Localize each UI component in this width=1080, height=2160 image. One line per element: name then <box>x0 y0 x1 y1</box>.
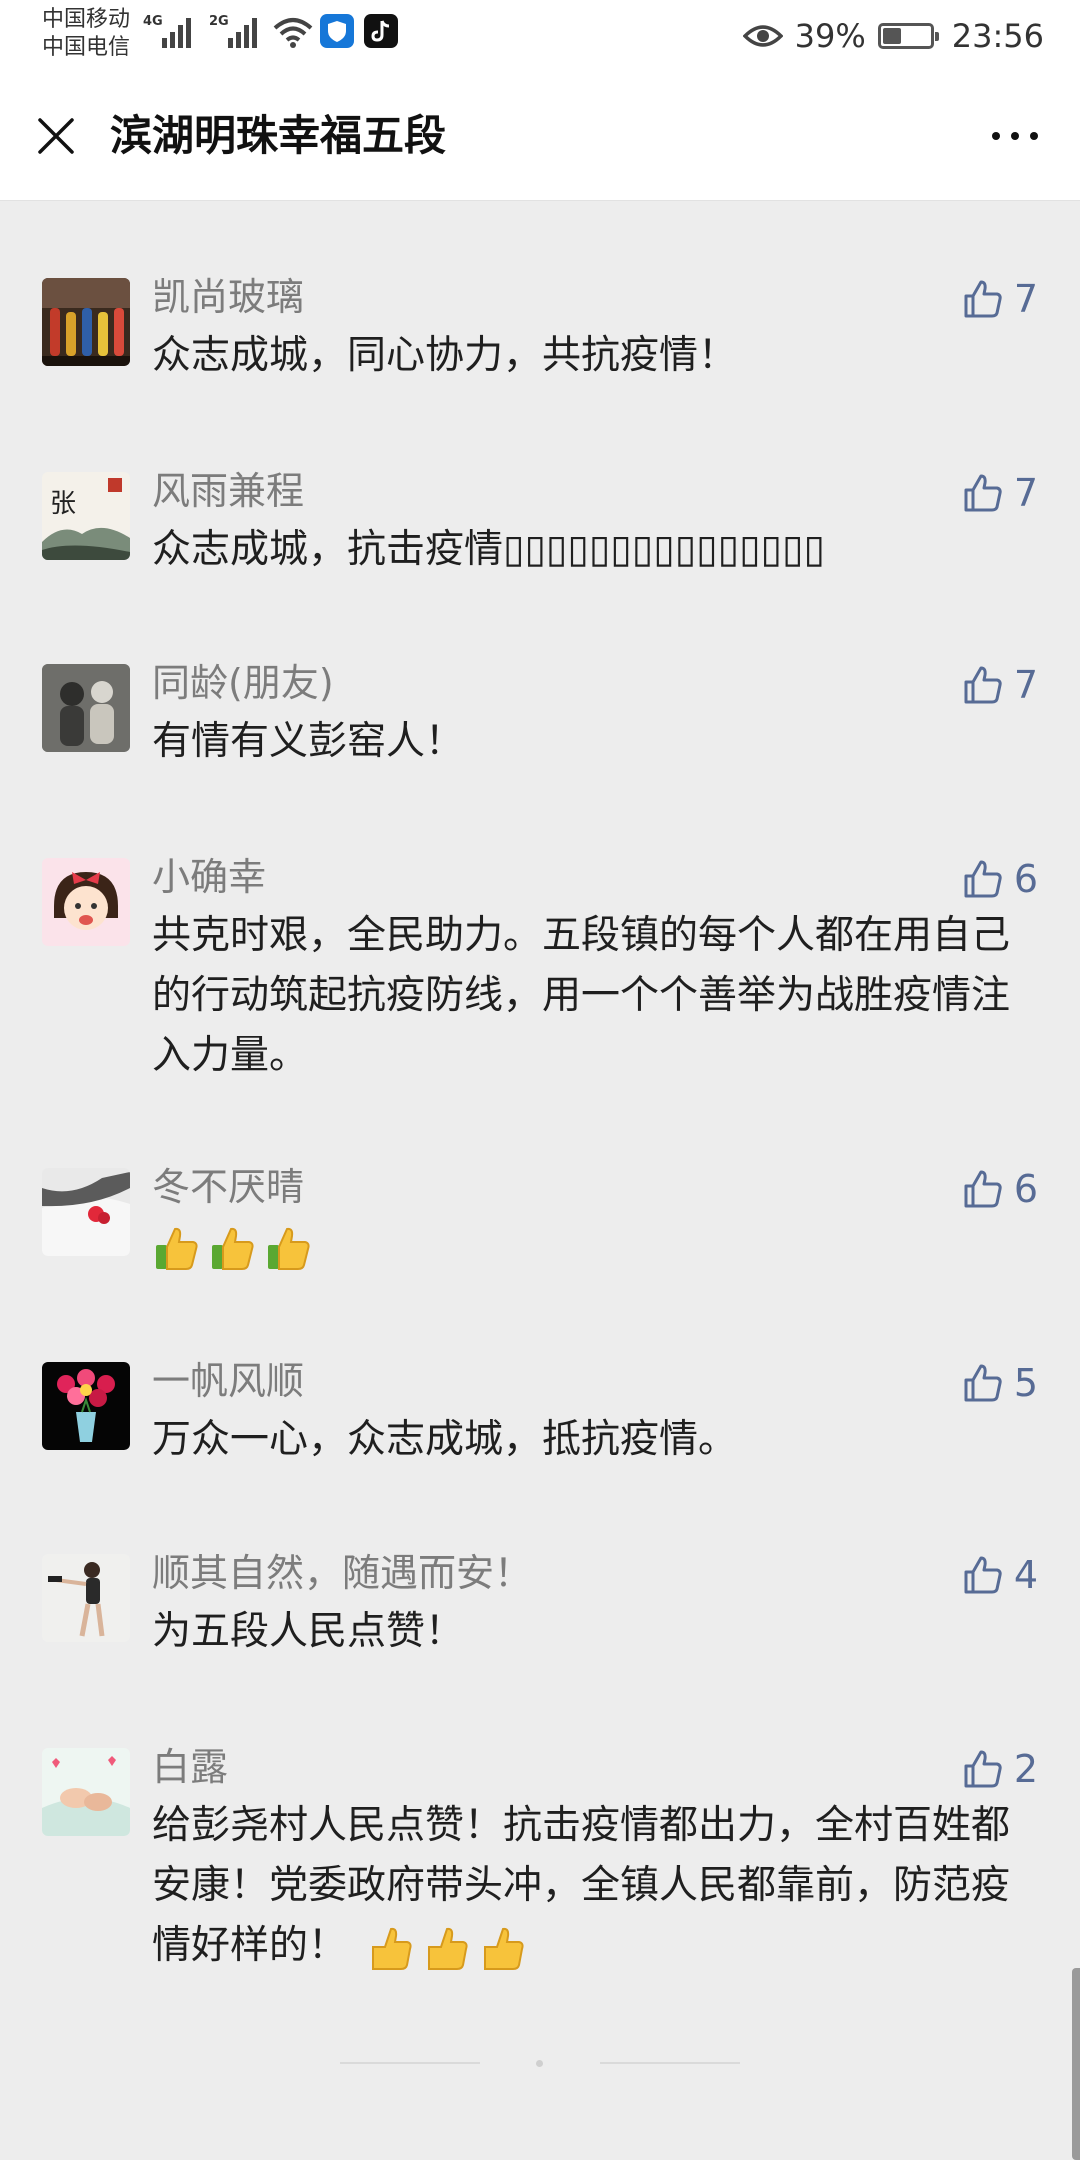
thumbs-up-icon <box>964 280 1002 318</box>
divider <box>340 2062 480 2064</box>
close-icon <box>38 118 74 154</box>
thumbs-up-icon <box>964 1750 1002 1788</box>
like-button[interactable]: 7 <box>962 660 1038 710</box>
wifi-icon <box>273 18 313 48</box>
comment-nickname: 同龄(朋友) <box>152 661 334 705</box>
battery-icon <box>877 23 939 49</box>
comment-nickname: 凯尚玻璃 <box>152 275 305 319</box>
like-count: 7 <box>1013 663 1038 707</box>
more-icon <box>992 132 1038 140</box>
comment-text: 为五段人民点赞！ <box>152 1609 465 1654</box>
thumbs-up-icon <box>964 1556 1002 1594</box>
tiktok-app-icon <box>364 14 398 48</box>
thumbs-up-emoji-icon <box>484 1927 524 1970</box>
avatar[interactable] <box>42 664 130 752</box>
comment-nickname: 一帆风顺 <box>152 1359 305 1403</box>
avatar[interactable] <box>42 1362 130 1450</box>
eye-icon <box>742 25 783 47</box>
like-button[interactable]: 5 <box>962 1358 1038 1408</box>
carrier-info: 中国移动 中国电信 <box>42 6 130 62</box>
comment-text <box>152 1216 1012 1276</box>
end-dot <box>536 2060 543 2067</box>
like-button[interactable]: 4 <box>962 1550 1038 1600</box>
page-title: 滨湖明珠幸福五段 <box>110 111 447 160</box>
divider <box>600 2062 740 2064</box>
comment-nickname: 顺其自然，随遇而安！ <box>152 1551 533 1595</box>
thumbs-up-emoji-icon <box>372 1927 412 1970</box>
like-button[interactable]: 6 <box>962 1164 1038 1214</box>
comment-text: 有情有义彭窑人！ <box>152 719 465 764</box>
signal-icon-2 <box>228 18 257 48</box>
carrier-name-1: 中国移动 <box>42 7 131 32</box>
more-button[interactable] <box>980 108 1050 164</box>
comment-nickname: 冬不厌晴 <box>152 1165 305 1209</box>
comment-nickname: 风雨兼程 <box>152 469 305 513</box>
like-button[interactable]: 2 <box>962 1744 1038 1794</box>
comment-nickname: 白露 <box>152 1745 229 1789</box>
thumbs-up-emoji-icon <box>212 1227 254 1270</box>
comment-text: 万众一心，众志成城，抵抗疫情。 <box>152 1417 738 1462</box>
close-button[interactable] <box>28 108 84 164</box>
avatar[interactable] <box>42 278 130 366</box>
list-end-marker <box>340 2060 740 2067</box>
thumbs-up-icon <box>964 666 1002 704</box>
comment-text-body: 给彭尧村人民点赞！抗击疫情都出力，全村百姓都安康！党委政府带头冲，全镇人民都靠前… <box>152 1803 1011 1968</box>
svg-text:张: 张 <box>50 489 76 519</box>
thumbs-up-emoji-icon <box>428 1927 468 1970</box>
comment-text: 共克时艰，全民助力。五段镇的每个人都在用自己的行动筑起抗疫防线，用一个个善举为战… <box>152 913 1011 1078</box>
avatar[interactable]: 张 <box>42 472 130 560</box>
comment-text: 给彭尧村人民点赞！抗击疫情都出力，全村百姓都安康！党委政府带头冲，全镇人民都靠前… <box>152 1796 1012 1976</box>
thumbs-up-icon <box>964 860 1002 898</box>
thumbs-up-emoji-icon <box>156 1227 198 1270</box>
like-count: 4 <box>1013 1553 1038 1597</box>
comment-nickname: 小确幸 <box>152 855 267 899</box>
like-button[interactable]: 7 <box>962 468 1038 518</box>
like-count: 5 <box>1013 1361 1038 1405</box>
thumbs-up-icon <box>964 1364 1002 1402</box>
like-button[interactable]: 6 <box>962 854 1038 904</box>
thumbs-up-icon <box>964 1170 1002 1208</box>
avatar[interactable] <box>42 1554 130 1642</box>
nav-bar: 滨湖明珠幸福五段 <box>0 72 1080 201</box>
battery-percent: 39% <box>794 17 866 55</box>
thumbs-up-icon <box>964 474 1002 512</box>
like-count: 2 <box>1013 1747 1038 1791</box>
like-button[interactable]: 7 <box>962 274 1038 324</box>
avatar[interactable] <box>42 1168 130 1256</box>
avatar[interactable] <box>42 1748 130 1836</box>
carrier-name-2: 中国电信 <box>42 35 131 60</box>
signal-icon-1 <box>162 18 191 48</box>
scrollbar-thumb[interactable] <box>1072 1968 1080 2160</box>
avatar[interactable] <box>42 858 130 946</box>
like-count: 7 <box>1013 277 1038 321</box>
comment-text: 众志成城，抗击疫情▯▯▯▯▯▯▯▯▯▯▯▯▯▯▯ <box>152 527 825 572</box>
battery-level <box>882 28 901 44</box>
like-count: 7 <box>1013 471 1038 515</box>
clock: 23:56 <box>951 17 1044 55</box>
comment-text: 众志成城，同心协力，共抗疫情！ <box>152 333 738 378</box>
status-right: 39% 23:56 <box>742 14 1044 58</box>
like-count: 6 <box>1013 857 1038 901</box>
status-bar: 中国移动 中国电信 4G 2G 39% 23:56 <box>0 0 1080 72</box>
thumbs-up-emoji-icon <box>268 1227 310 1270</box>
shield-app-icon <box>320 14 354 48</box>
like-count: 6 <box>1013 1167 1038 1211</box>
